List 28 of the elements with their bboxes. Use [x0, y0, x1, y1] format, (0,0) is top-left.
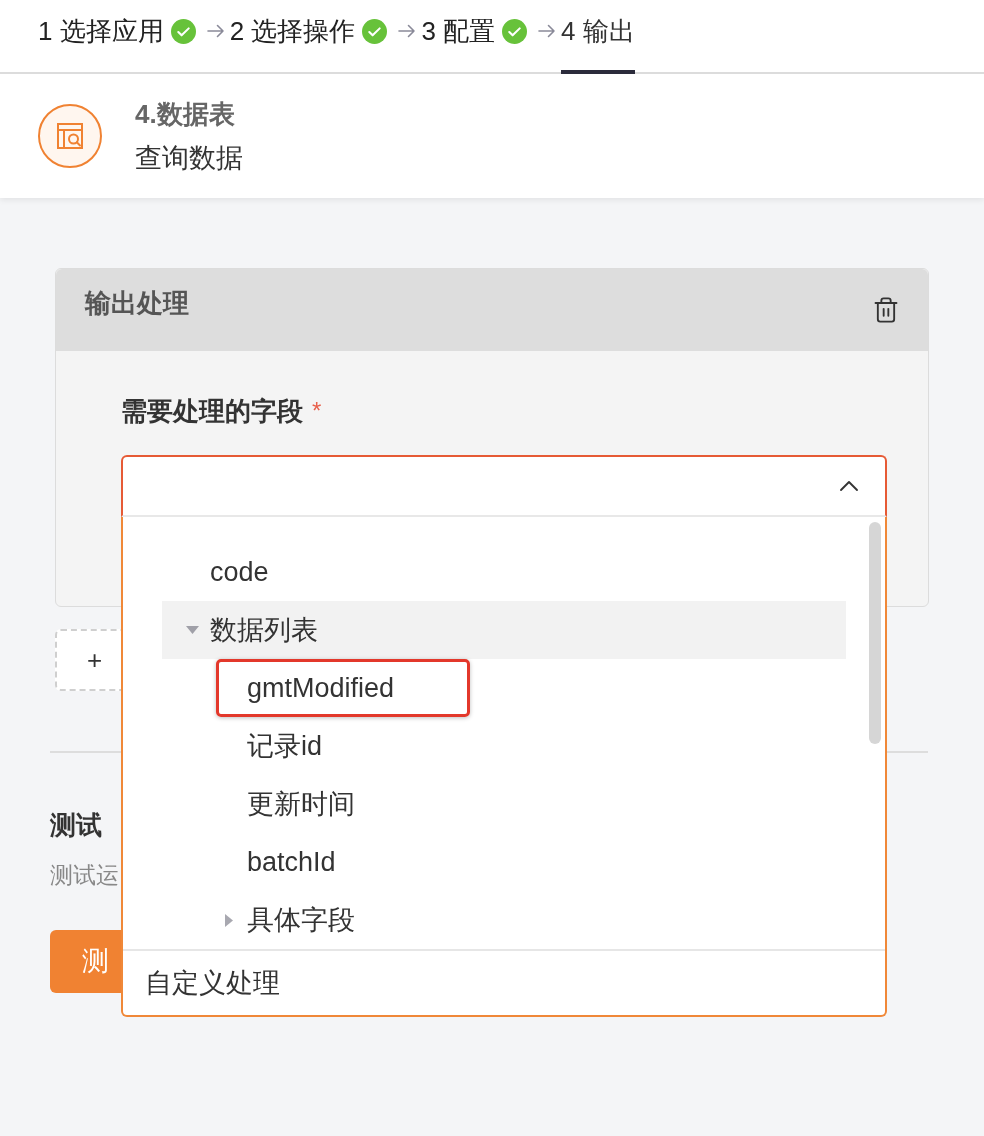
- tree-item[interactable]: batchId: [162, 833, 846, 891]
- arrow-right-icon: [398, 24, 417, 38]
- tree-item[interactable]: 数据列表: [162, 601, 846, 659]
- table-search-icon: [38, 104, 102, 168]
- tree-item[interactable]: 更新时间: [162, 775, 846, 833]
- field-label: 需要处理的字段: [121, 394, 303, 428]
- step-tab[interactable]: 3 配置: [421, 0, 496, 74]
- step-tab[interactable]: 1 选择应用: [38, 0, 164, 74]
- step-tab[interactable]: 2 选择操作: [229, 0, 356, 74]
- tree-item[interactable]: code: [162, 543, 846, 601]
- tree-item[interactable]: gmtModified: [162, 659, 846, 717]
- delete-icon[interactable]: [872, 296, 900, 324]
- select-field[interactable]: [121, 455, 887, 517]
- dropdown-option[interactable]: 自定义处理: [145, 962, 280, 1004]
- caret-down-icon[interactable]: [185, 626, 199, 634]
- required-mark: *: [312, 396, 322, 426]
- node-title: 4.数据表: [135, 98, 236, 131]
- tree-item[interactable]: 记录id: [162, 717, 846, 775]
- step-tab[interactable]: 4 输出: [561, 0, 635, 74]
- arrow-right-icon: [538, 24, 557, 38]
- node-subtitle: 查询数据: [135, 142, 243, 175]
- scrollbar-thumb[interactable]: [869, 522, 881, 744]
- section-description: 测试运: [50, 861, 119, 890]
- caret-right-icon[interactable]: [225, 913, 233, 927]
- tree-item[interactable]: 具体字段: [162, 891, 846, 949]
- card-title: 输出处理: [85, 286, 189, 320]
- arrow-right-icon: [206, 24, 225, 38]
- section-title: 测试: [50, 809, 102, 841]
